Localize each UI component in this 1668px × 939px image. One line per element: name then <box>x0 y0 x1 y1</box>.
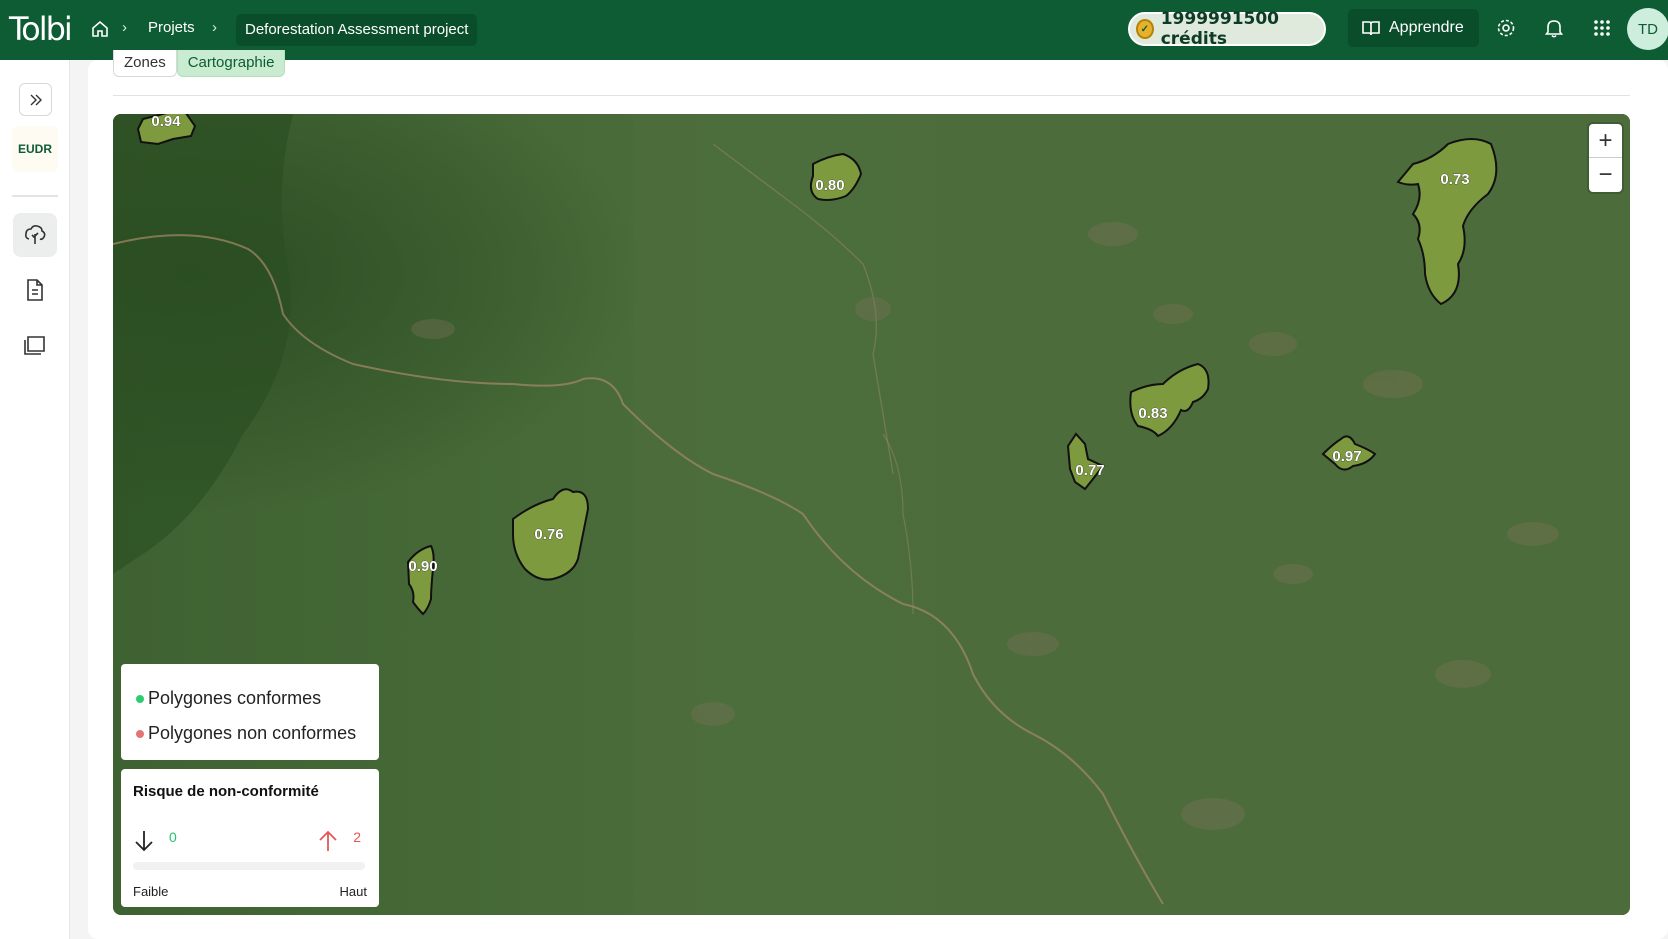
risk-high-label: Haut <box>339 884 367 899</box>
polygon-score-label: 0.77 <box>1075 462 1104 479</box>
learn-button[interactable]: Apprendre <box>1348 9 1479 47</box>
folders-icon <box>24 336 45 355</box>
green-dot-icon <box>136 694 144 703</box>
polygon-shape[interactable] <box>1396 138 1498 306</box>
zoom-in-button[interactable]: + <box>1589 124 1622 158</box>
sidebar-item-reports[interactable] <box>13 268 57 312</box>
double-chevron-right-icon <box>30 94 42 105</box>
sidebar-divider <box>12 195 58 197</box>
map-legend: Polygones conformes Polygones non confor… <box>121 664 379 760</box>
polygon-score-label: 0.90 <box>408 558 437 575</box>
chevron-right-icon: › <box>122 19 127 36</box>
risk-gradient-bar <box>133 862 365 870</box>
zoom-control: + − <box>1589 124 1622 192</box>
tab-zones[interactable]: Zones <box>113 50 177 77</box>
polygon-score-label: 0.76 <box>534 526 563 543</box>
legend-compliant-label: Polygones conformes <box>148 688 322 708</box>
polygon-score-label: 0.80 <box>815 177 844 194</box>
app-logo[interactable]: Tolbi <box>9 10 73 48</box>
chevron-right-icon: › <box>212 19 217 36</box>
polygon-score-label: 0.97 <box>1332 448 1361 465</box>
coin-icon: ✓ <box>1136 19 1154 39</box>
home-icon[interactable] <box>90 19 110 39</box>
polygon-score-label: 0.73 <box>1440 171 1469 188</box>
credits-badge[interactable]: ✓ 1999991500 crédits <box>1128 9 1326 49</box>
risk-max-value: 2 <box>353 829 361 845</box>
polygon-score-label: 0.83 <box>1138 405 1167 422</box>
breadcrumb-current[interactable]: Deforestation Assessment project <box>236 14 478 46</box>
risk-low-label: Faible <box>133 884 169 899</box>
bell-icon[interactable] <box>1543 17 1565 39</box>
sidebar-item-files[interactable] <box>13 321 57 365</box>
settings-icon[interactable] <box>1495 17 1517 39</box>
tree-icon <box>25 225 46 244</box>
polygon-score-label: 0.94 <box>151 114 181 130</box>
polygon-shape[interactable] <box>1129 362 1210 438</box>
risk-max: 2 <box>317 829 361 853</box>
book-icon <box>1362 21 1380 36</box>
sidebar-item-forest[interactable] <box>13 213 57 257</box>
sidebar: EUDR <box>0 60 70 939</box>
user-avatar[interactable]: TD <box>1627 8 1668 50</box>
risk-title: Risque de non-conformité <box>133 783 319 800</box>
legend-compliant: Polygones conformes <box>136 681 379 716</box>
zoom-out-button[interactable]: − <box>1589 158 1622 192</box>
polygon-shape[interactable] <box>406 544 435 616</box>
expand-sidebar-button[interactable] <box>19 83 52 116</box>
tab-zones-label: Zones <box>124 54 166 71</box>
arrow-down-icon <box>135 831 153 852</box>
map-view[interactable]: 0.94 0.80 0.73 0.83 0.77 0.97 0.76 0.90 … <box>113 114 1630 915</box>
red-dot-icon <box>136 729 144 738</box>
risk-min: 0 <box>133 829 177 853</box>
legend-non-compliant-label: Polygones non conformes <box>148 723 357 743</box>
eudr-module[interactable]: EUDR <box>12 126 58 172</box>
breadcrumb-projects[interactable]: Projets <box>148 19 195 36</box>
learn-label: Apprendre <box>1389 19 1464 36</box>
apps-grid-icon[interactable] <box>1591 17 1613 39</box>
risk-scale-panel: Risque de non-conformité 0 2 Faible Haut <box>121 769 379 907</box>
tabs-divider <box>113 95 1630 96</box>
credits-label: 1999991500 crédits <box>1160 9 1280 49</box>
tab-cartography-label: Cartographie <box>187 54 275 71</box>
document-icon <box>27 279 43 301</box>
arrow-up-icon <box>319 830 337 851</box>
legend-non-compliant: Polygones non conformes <box>136 716 379 751</box>
tab-cartography[interactable]: Cartographie <box>176 50 286 77</box>
view-tabs: Zones Cartographie <box>113 50 286 77</box>
risk-min-value: 0 <box>169 829 177 845</box>
